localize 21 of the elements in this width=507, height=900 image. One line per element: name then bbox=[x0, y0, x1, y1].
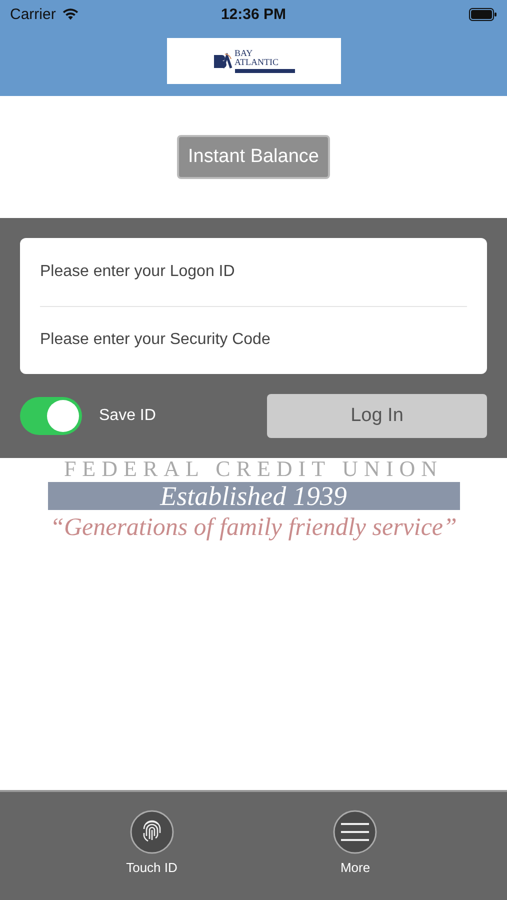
menu-icon bbox=[333, 810, 378, 854]
logo-text: ATLANTIC bbox=[234, 58, 280, 67]
tab-item[interactable]: More bbox=[305, 792, 406, 900]
watermark-text: FEDERAL CREDIT UNION bbox=[64, 458, 444, 480]
logo-band bbox=[234, 69, 294, 73]
battery-icon bbox=[468, 8, 497, 20]
wifi-icon bbox=[60, 7, 80, 21]
tab-item[interactable]: Touch ID bbox=[102, 792, 202, 900]
save-id-label: Save ID bbox=[99, 407, 157, 425]
logo-text: BAY bbox=[234, 49, 254, 58]
instant-balance-button[interactable]: Instant Balance bbox=[177, 135, 330, 179]
save-id-toggle[interactable] bbox=[20, 397, 82, 435]
monogram-icon bbox=[212, 53, 232, 69]
carrier-label: Carrier bbox=[10, 6, 56, 22]
input-field[interactable]: Please enter your Security Code bbox=[20, 306, 487, 374]
watermark-band: Established 1939 bbox=[48, 482, 460, 510]
clock-time: 12:36 PM bbox=[220, 6, 286, 22]
input-field[interactable]: Please enter your Logon ID bbox=[20, 238, 487, 306]
watermark-tagline: “Generations of family friendly service” bbox=[50, 514, 457, 542]
fingerprint-icon bbox=[130, 810, 174, 854]
login-button[interactable]: Log In bbox=[267, 394, 487, 438]
